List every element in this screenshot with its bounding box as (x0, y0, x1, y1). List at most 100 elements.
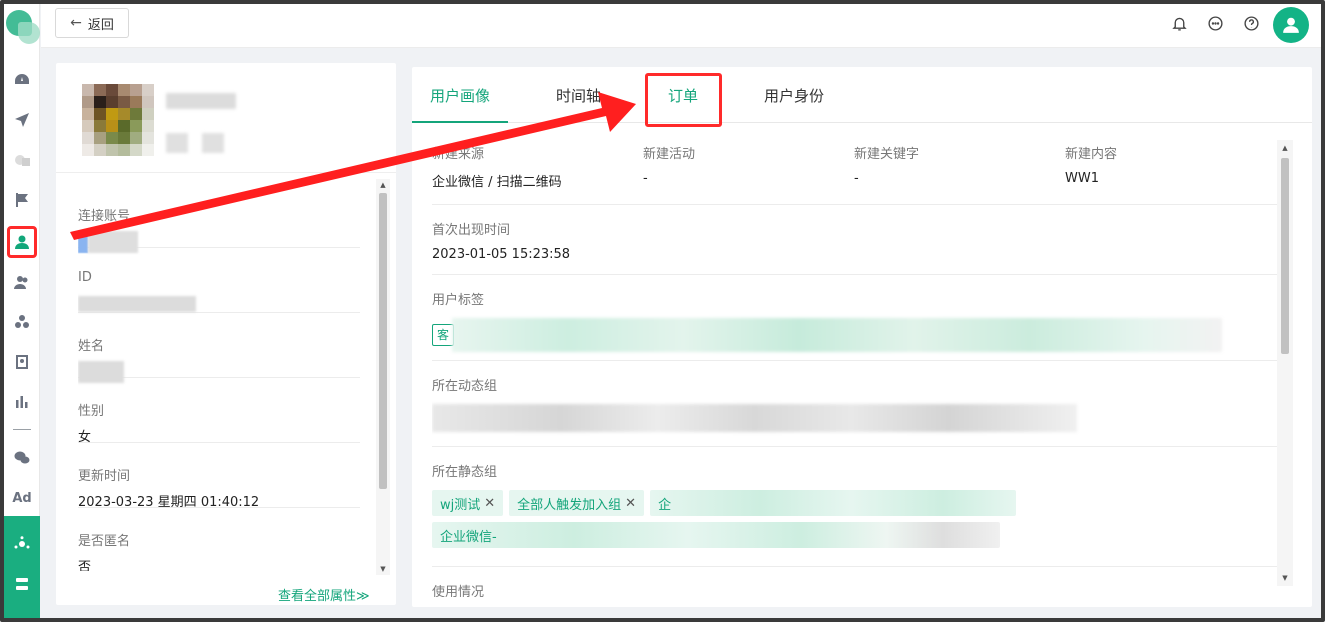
rail-divider (13, 429, 31, 430)
users-icon[interactable] (10, 270, 34, 294)
app-window: Ad ← 返回 连接账号 ID 姓名 性别 女 更新时间 2023-03-23 … (0, 0, 1325, 622)
static-group-chip-blurred[interactable]: 企业微信- (432, 522, 1000, 548)
send-icon[interactable] (10, 108, 34, 132)
field-id: ID (78, 248, 360, 313)
chat-icon[interactable] (1205, 13, 1225, 33)
col-value: 企业微信 / 扫描二维码 (432, 175, 562, 190)
brand-logo (4, 8, 40, 48)
field-gender: 性别 女 (78, 378, 360, 445)
user-profile-icon[interactable] (7, 226, 37, 258)
field-updated-time: 更新时间 2023-03-23 星期四 01:40:12 (78, 443, 360, 510)
col-label: 新建来源 (432, 147, 485, 162)
chip-label: 企 (658, 497, 672, 513)
view-all-attributes-link[interactable]: 查看全部属性≫ (278, 585, 370, 604)
static-group-chip[interactable]: wj测试 ✕ (432, 490, 504, 516)
blurred-dynamic-groups (432, 404, 1077, 432)
arrow-left-icon: ← (70, 15, 82, 31)
field-name: 姓名 (78, 313, 360, 383)
field-value (78, 361, 360, 383)
rail-bottom-section (4, 516, 40, 618)
bar-chart-icon[interactable] (10, 390, 34, 414)
chip-label: 企业微信- (440, 529, 497, 545)
tab-timeline[interactable]: 时间轴 (556, 85, 601, 123)
section-value: 2023-01-05 15:23:58 (432, 247, 571, 262)
tab-bar: 用户画像 时间轴 订单 用户身份 (412, 67, 1312, 127)
scrollbar-thumb[interactable] (1281, 158, 1289, 354)
network-icon[interactable] (10, 532, 34, 556)
section-label: 所在动态组 (432, 379, 498, 394)
help-icon[interactable] (1241, 13, 1261, 33)
section-label: 所在静态组 (432, 465, 498, 480)
profile-photo (82, 84, 154, 156)
col-value: - (854, 171, 859, 186)
chip-label: 全部人触发加入组 (517, 497, 622, 513)
field-label: 是否匿名 (78, 534, 131, 549)
field-label: 连接账号 (78, 209, 131, 224)
section-label: 使用情况 (432, 585, 485, 597)
field-value (78, 231, 360, 253)
content-col: 新建内容 WW1 (1065, 143, 1117, 186)
field-label: ID (78, 270, 92, 285)
icon-rail: Ad (4, 4, 40, 618)
user-avatar[interactable] (1273, 7, 1309, 43)
portrait-scrollbar[interactable]: ▲ ▼ (1277, 140, 1293, 586)
field-connected-account: 连接账号 (78, 183, 360, 253)
top-header: ← 返回 (41, 4, 1321, 48)
dynamic-group-list (432, 404, 1277, 436)
close-icon[interactable]: ✕ (625, 496, 636, 511)
col-label: 新建内容 (1065, 147, 1118, 162)
tag-list: 客 (432, 318, 1277, 352)
field-value (78, 296, 360, 314)
profile-panel: 连接账号 ID 姓名 性别 女 更新时间 2023-03-23 星期四 01:4… (56, 63, 396, 605)
back-button-label: 返回 (87, 17, 114, 33)
chip-label: wj测试 (440, 497, 481, 513)
static-group-chip[interactable]: 全部人触发加入组 ✕ (509, 490, 645, 516)
blurred-tags (452, 318, 1223, 352)
back-button[interactable]: ← 返回 (55, 8, 129, 38)
orders-tab-highlight-box (645, 73, 722, 127)
user-tag[interactable]: 客 (432, 324, 455, 346)
dashboard-icon[interactable] (10, 68, 34, 92)
scroll-down-icon[interactable]: ▼ (379, 565, 387, 573)
tab-user-portrait[interactable]: 用户画像 (412, 85, 508, 123)
field-value: 否 (78, 560, 92, 571)
static-group-chip-blurred[interactable]: 企 (650, 490, 1017, 516)
blurred-info-1 (166, 133, 188, 153)
field-label: 更新时间 (78, 469, 131, 484)
col-value: WW1 (1065, 171, 1099, 186)
profile-field-list: 连接账号 ID 姓名 性别 女 更新时间 2023-03-23 星期四 01:4… (78, 183, 360, 571)
contact-card-icon[interactable] (10, 350, 34, 374)
static-group-row-1: wj测试 ✕ 全部人触发加入组 ✕ 企 (432, 490, 1277, 516)
source-col: 新建来源 企业微信 / 扫描二维码 (432, 143, 562, 190)
usage-section: 使用情况 (432, 567, 1277, 597)
field-label: 性别 (78, 404, 105, 419)
first-seen-section: 首次出现时间 2023-01-05 15:23:58 (432, 205, 1277, 275)
blurred-menu-icon[interactable] (10, 148, 34, 172)
scroll-up-icon[interactable]: ▲ (379, 181, 387, 189)
section-label: 首次出现时间 (432, 223, 511, 238)
field-label: 姓名 (78, 339, 105, 354)
field-anonymous: 是否匿名 否 (78, 508, 360, 571)
field-value: 2023-03-23 星期四 01:40:12 (78, 495, 260, 510)
tab-user-identity[interactable]: 用户身份 (764, 85, 824, 123)
activity-col: 新建活动 - (643, 143, 695, 186)
keyword-col: 新建关键字 - (854, 143, 919, 186)
field-value: 女 (78, 430, 92, 445)
server-icon[interactable] (10, 572, 34, 596)
profile-header (56, 63, 396, 173)
scroll-up-icon[interactable]: ▲ (1281, 144, 1289, 152)
blurred-info-2 (202, 133, 224, 153)
flag-icon[interactable] (10, 188, 34, 212)
blurred-username (166, 93, 236, 109)
col-label: 新建活动 (643, 147, 696, 162)
wechat-icon[interactable] (10, 446, 34, 470)
group-icon[interactable] (10, 310, 34, 334)
bell-icon[interactable] (1169, 13, 1189, 33)
ad-icon[interactable]: Ad (10, 486, 34, 510)
scrollbar-thumb[interactable] (379, 193, 387, 489)
scroll-down-icon[interactable]: ▼ (1281, 574, 1289, 582)
profile-scrollbar[interactable]: ▲ ▼ (376, 179, 390, 575)
close-icon[interactable]: ✕ (484, 496, 495, 511)
static-group-section: 所在静态组 wj测试 ✕ 全部人触发加入组 ✕ 企 企业微信- (432, 447, 1277, 567)
static-group-row-2: 企业微信- (432, 522, 1277, 548)
